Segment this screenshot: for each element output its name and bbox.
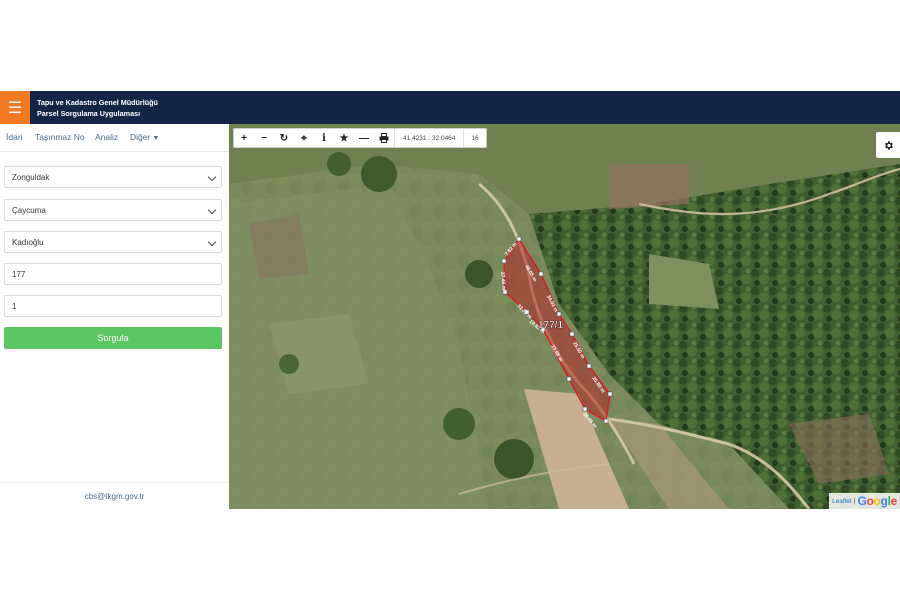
minus-icon: − [261, 132, 267, 144]
zoom-in-button[interactable]: + [234, 129, 254, 147]
satellite-imagery: 7.62 m 48.05 m 34.03 m 25.50 m 25.80 m 2… [229, 124, 900, 509]
info-button[interactable]: i [314, 129, 334, 147]
block-no-value: 177 [12, 269, 26, 279]
gear-icon [884, 140, 893, 150]
attribution-separator: | [853, 497, 856, 505]
print-button[interactable] [374, 129, 394, 147]
parcel-number-label: 177/1 [538, 320, 563, 331]
app-root: ☰ Tapu ve Kadastro Genel Müdürlüğü Parse… [0, 91, 900, 509]
plus-icon: + [241, 132, 247, 144]
contact-email-link[interactable]: cbs@tkgm.gov.tr [0, 492, 229, 501]
brand-title: Tapu ve Kadastro Genel Müdürlüğü [37, 98, 158, 107]
zoom-out-button[interactable]: − [254, 129, 274, 147]
block-no-input[interactable]: 177 [4, 263, 222, 285]
star-icon: ★ [339, 132, 349, 144]
app-header: ☰ Tapu ve Kadastro Genel Müdürlüğü Parse… [0, 91, 900, 124]
info-icon: i [322, 132, 326, 144]
measure-line-icon: — [359, 132, 369, 144]
map-view[interactable]: 7.62 m 48.05 m 34.03 m 25.50 m 25.80 m 2… [229, 124, 900, 509]
province-value: Zonguldak [12, 172, 50, 182]
map-attribution: Leaflet | Google [829, 493, 900, 509]
tab-analiz[interactable]: Analiz [95, 132, 118, 142]
map-toolbar: + − ↻ ⌖ i ★ — 41.4231 : 32.0464 16 [233, 128, 487, 148]
leaflet-link[interactable]: Leaflet [832, 498, 852, 505]
neighborhood-select[interactable]: Kadıoğlu [4, 231, 222, 253]
tab-diger-label: Diğer [130, 132, 151, 142]
locate-icon: ⌖ [301, 132, 307, 144]
search-tabs: İdari Taşınmaz No Analiz Diğer ▼ [0, 124, 229, 152]
brand: Tapu ve Kadastro Genel Müdürlüğü Parsel … [37, 97, 158, 119]
district-value: Çaycuma [12, 205, 46, 215]
caret-down-icon: ▼ [152, 135, 160, 142]
brand-subtitle: Parsel Sorgulama Uygulaması [37, 109, 141, 118]
coordinate-readout: 41.4231 : 32.0464 [394, 129, 465, 147]
parcel-no-input[interactable]: 1 [4, 295, 222, 317]
province-select[interactable]: Zonguldak [4, 166, 222, 188]
sidebar: İdari Taşınmaz No Analiz Diğer ▼ Zongulda… [0, 124, 229, 509]
map-settings-button[interactable] [876, 132, 900, 158]
tab-diger[interactable]: Diğer ▼ [130, 132, 159, 142]
measure-button[interactable]: — [354, 129, 374, 147]
locate-button[interactable]: ⌖ [294, 129, 314, 147]
hamburger-icon: ☰ [7, 99, 23, 117]
query-button[interactable]: Sorgula [4, 327, 222, 349]
refresh-button[interactable]: ↻ [274, 129, 294, 147]
district-select[interactable]: Çaycuma [4, 199, 222, 221]
print-icon [379, 133, 389, 143]
footer-divider [0, 482, 229, 483]
parcel-no-value: 1 [12, 301, 17, 311]
tab-idari[interactable]: İdari [6, 132, 23, 142]
zoom-level-readout: 16 [471, 134, 479, 142]
neighborhood-value: Kadıoğlu [12, 237, 44, 247]
menu-button[interactable]: ☰ [0, 91, 30, 124]
tab-tasinmaz-no[interactable]: Taşınmaz No [35, 132, 85, 142]
refresh-icon: ↻ [279, 132, 289, 144]
favorite-button[interactable]: ★ [334, 129, 354, 147]
google-logo: Google [857, 494, 897, 508]
